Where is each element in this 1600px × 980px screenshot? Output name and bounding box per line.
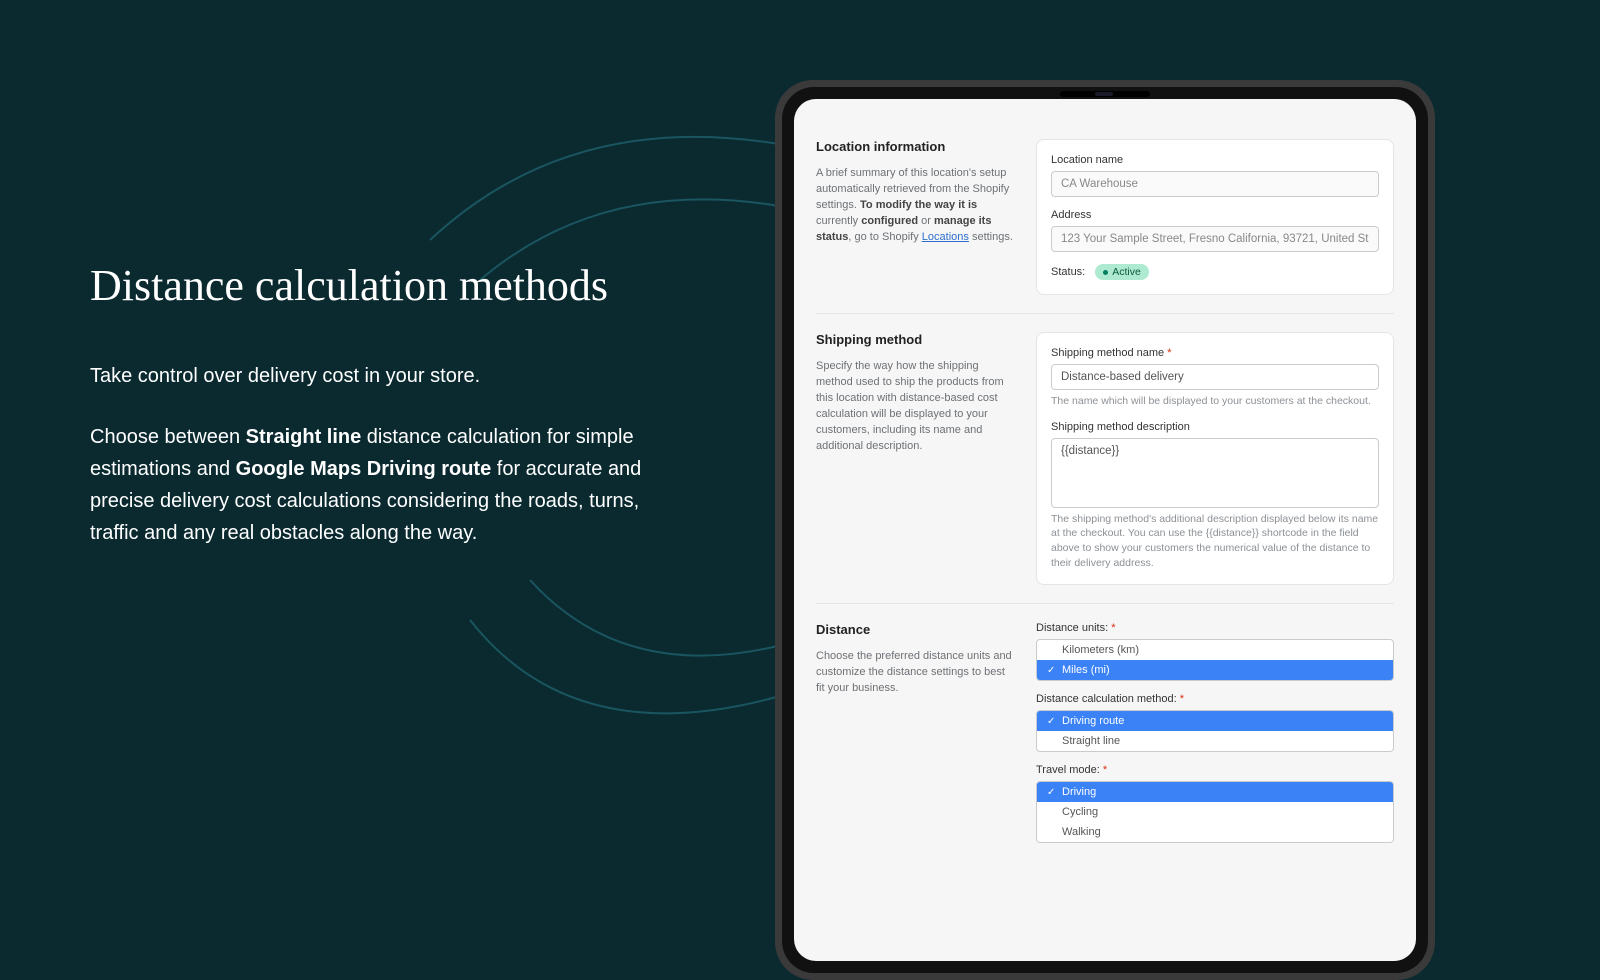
mode-option-cycling[interactable]: Cycling (1037, 802, 1393, 822)
app-screen: Location information A brief summary of … (794, 99, 1416, 961)
mode-label: Travel mode: * (1036, 764, 1394, 776)
distance-desc: Choose the preferred distance units and … (816, 649, 1016, 697)
tablet-frame: Location information A brief summary of … (775, 80, 1435, 980)
shipping-desc-input[interactable] (1051, 438, 1379, 508)
calc-option-straight[interactable]: Straight line (1037, 731, 1393, 751)
address-label: Address (1051, 209, 1379, 221)
shipping-name-input[interactable] (1051, 364, 1379, 390)
location-desc: A brief summary of this location's setup… (816, 166, 1016, 246)
status-label: Status: (1051, 266, 1085, 278)
units-option-mi[interactable]: ✓Miles (mi) (1037, 660, 1393, 680)
locations-link[interactable]: Locations (922, 231, 969, 243)
units-select[interactable]: Kilometers (km) ✓Miles (mi) (1036, 639, 1394, 681)
shipping-heading: Shipping method (816, 332, 1016, 347)
shipping-desc-hint: The shipping method's additional descrip… (1051, 512, 1379, 571)
mode-option-driving[interactable]: ✓Driving (1037, 782, 1393, 802)
mode-option-walking[interactable]: Walking (1037, 822, 1393, 842)
location-name-label: Location name (1051, 154, 1379, 166)
shipping-name-label: Shipping method name * (1051, 347, 1379, 359)
page-title: Distance calculation methods (90, 260, 660, 311)
page-subtitle: Take control over delivery cost in your … (90, 361, 660, 391)
shipping-desc-label: Shipping method description (1051, 421, 1379, 433)
status-badge: Active (1095, 264, 1149, 280)
calc-label: Distance calculation method: * (1036, 693, 1394, 705)
mode-select[interactable]: ✓Driving Cycling Walking (1036, 781, 1394, 843)
location-heading: Location information (816, 139, 1016, 154)
tablet-notch (1060, 91, 1150, 97)
calc-option-driving[interactable]: ✓Driving route (1037, 711, 1393, 731)
address-input (1051, 226, 1379, 252)
shipping-name-hint: The name which will be displayed to your… (1051, 394, 1379, 409)
location-name-input (1051, 171, 1379, 197)
units-label: Distance units: * (1036, 622, 1394, 634)
page-body: Choose between Straight line distance ca… (90, 421, 660, 549)
distance-heading: Distance (816, 622, 1016, 637)
shipping-desc: Specify the way how the shipping method … (816, 359, 1016, 455)
units-option-km[interactable]: Kilometers (km) (1037, 640, 1393, 660)
calc-select[interactable]: ✓Driving route Straight line (1036, 710, 1394, 752)
